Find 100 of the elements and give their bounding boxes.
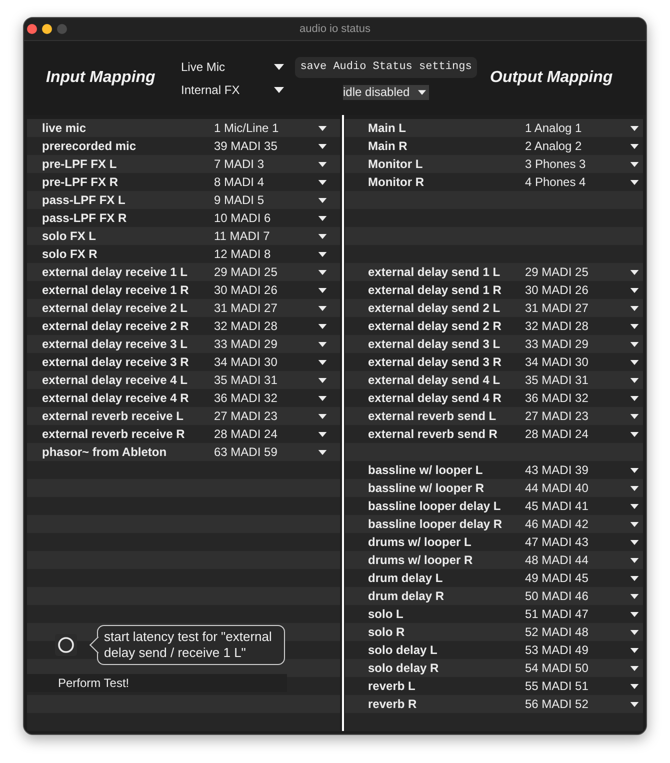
channel-dropdown[interactable]: 27 MADI 23 [521,407,640,425]
channel-dropdown[interactable]: 36 MADI 32 [210,389,328,407]
caret-icon [630,612,639,616]
channel-name: reverb L [368,678,416,695]
channel-name: pass-LPF FX L [42,192,126,209]
channel-name: Monitor R [368,174,425,191]
channel-name: bassline w/ looper L [368,462,484,479]
channel-name: external delay send 3 R [368,354,502,371]
channel-dropdown[interactable]: 31 MADI 27 [210,299,328,317]
channel-name: external reverb receive R [42,426,186,443]
channel-dropdown[interactable]: 12 MADI 8 [210,245,328,263]
channel-dropdown[interactable]: 10 MADI 6 [210,209,328,227]
channel-dropdown[interactable]: 33 MADI 29 [210,335,328,353]
channel-dropdown[interactable]: 53 MADI 49 [521,641,640,659]
channel-dropdown[interactable]: 4 Phones 4 [521,173,640,191]
channel-dropdown[interactable]: 34 MADI 30 [210,353,328,371]
channel-dropdown[interactable]: 44 MADI 40 [521,479,640,497]
channel-name: solo FX R [42,246,98,263]
channel-dropdown[interactable]: 32 MADI 28 [210,317,328,335]
caret-icon [318,126,327,130]
perform-test-button[interactable]: Perform Test! [27,674,287,692]
channel-dropdown[interactable]: 29 MADI 25 [521,263,640,281]
channel-dropdown[interactable]: 29 MADI 25 [210,263,328,281]
caret-icon [630,702,639,706]
minimize-icon[interactable] [42,24,52,34]
caret-icon [630,396,639,400]
channel-dropdown[interactable]: 51 MADI 47 [521,605,640,623]
channel-dropdown[interactable]: 8 MADI 4 [210,173,328,191]
channel-name: external delay send 4 L [368,372,502,389]
caret-icon [274,64,284,70]
channel-dropdown[interactable]: 2 Analog 2 [521,137,640,155]
caret-icon [318,342,327,346]
caret-icon [630,324,639,328]
channel-dropdown[interactable]: 30 MADI 26 [210,281,328,299]
channel-dropdown[interactable]: 46 MADI 42 [521,515,640,533]
save-settings-button[interactable]: save Audio Status settings [295,56,477,78]
channel-dropdown[interactable]: 43 MADI 39 [521,461,640,479]
channel-name: Main R [368,138,408,155]
channel-dropdown[interactable]: 39 MADI 35 [210,137,328,155]
caret-icon [630,342,639,346]
channel-name: phasor~ from Ableton [42,444,168,461]
channel-name: external delay send 4 R [368,390,502,407]
caret-icon [274,86,284,92]
channel-dropdown[interactable]: 54 MADI 50 [521,659,640,677]
channel-dropdown[interactable]: 27 MADI 23 [210,407,328,425]
idle-dropdown[interactable]: idle disabled [343,84,429,100]
channel-dropdown[interactable]: 36 MADI 32 [521,389,640,407]
caret-icon [630,126,639,130]
channel-dropdown[interactable]: 55 MADI 51 [521,677,640,695]
caret-icon [630,540,639,544]
channel-dropdown[interactable]: 49 MADI 45 [521,569,640,587]
channel-dropdown[interactable]: 9 MADI 5 [210,191,328,209]
channel-name: bassline looper delay L [368,498,502,515]
source-dropdown[interactable]: Live Mic [181,56,285,76]
ring-icon[interactable] [55,634,77,656]
channel-name: solo FX L [42,228,97,245]
channel-dropdown[interactable]: 52 MADI 48 [521,623,640,641]
zoom-icon [57,24,67,34]
channel-dropdown[interactable]: 45 MADI 41 [521,497,640,515]
channel-name: external delay receive 1 R [42,282,190,299]
channel-name: solo delay R [368,660,440,677]
channel-dropdown[interactable]: 7 MADI 3 [210,155,328,173]
channel-dropdown[interactable]: 48 MADI 44 [521,551,640,569]
channel-dropdown[interactable]: 1 Analog 1 [521,119,640,137]
channel-dropdown[interactable]: 28 MADI 24 [210,425,328,443]
channel-dropdown[interactable]: 11 MADI 7 [210,227,328,245]
channel-dropdown[interactable]: 32 MADI 28 [521,317,640,335]
channel-name: external delay receive 4 L [42,372,188,389]
channel-dropdown[interactable]: 35 MADI 31 [521,371,640,389]
channel-name: Main L [368,120,407,137]
caret-icon [318,450,327,454]
caret-icon [630,288,639,292]
channel-dropdown[interactable]: 34 MADI 30 [521,353,640,371]
channel-dropdown[interactable]: 50 MADI 46 [521,587,640,605]
channel-name: solo L [368,606,404,623]
channel-dropdown[interactable]: 28 MADI 24 [521,425,640,443]
channel-dropdown[interactable]: 35 MADI 31 [210,371,328,389]
channel-dropdown[interactable]: 56 MADI 52 [521,695,640,713]
channel-name: external delay send 2 L [368,300,502,317]
channel-name: external delay send 3 L [368,336,502,353]
caret-icon [630,576,639,580]
caret-icon [630,630,639,634]
caret-icon [318,252,327,256]
channel-dropdown[interactable]: 33 MADI 29 [521,335,640,353]
channel-dropdown[interactable]: 1 Mic/Line 1 [210,119,328,137]
caret-icon [318,198,327,202]
channel-dropdown[interactable]: 3 Phones 3 [521,155,640,173]
close-icon[interactable] [27,24,37,34]
channel-name: external delay receive 4 R [42,390,190,407]
caret-icon [318,270,327,274]
caret-icon [630,306,639,310]
caret-icon [630,666,639,670]
channel-dropdown[interactable]: 47 MADI 43 [521,533,640,551]
channel-name: solo R [368,624,406,641]
channel-name: bassline looper delay R [368,516,504,533]
channel-name: pass-LPF FX R [42,210,128,227]
channel-dropdown[interactable]: 31 MADI 27 [521,299,640,317]
channel-dropdown[interactable]: 63 MADI 59 [210,443,328,461]
channel-dropdown[interactable]: 30 MADI 26 [521,281,640,299]
source-dropdown[interactable]: Internal FX [181,80,285,100]
